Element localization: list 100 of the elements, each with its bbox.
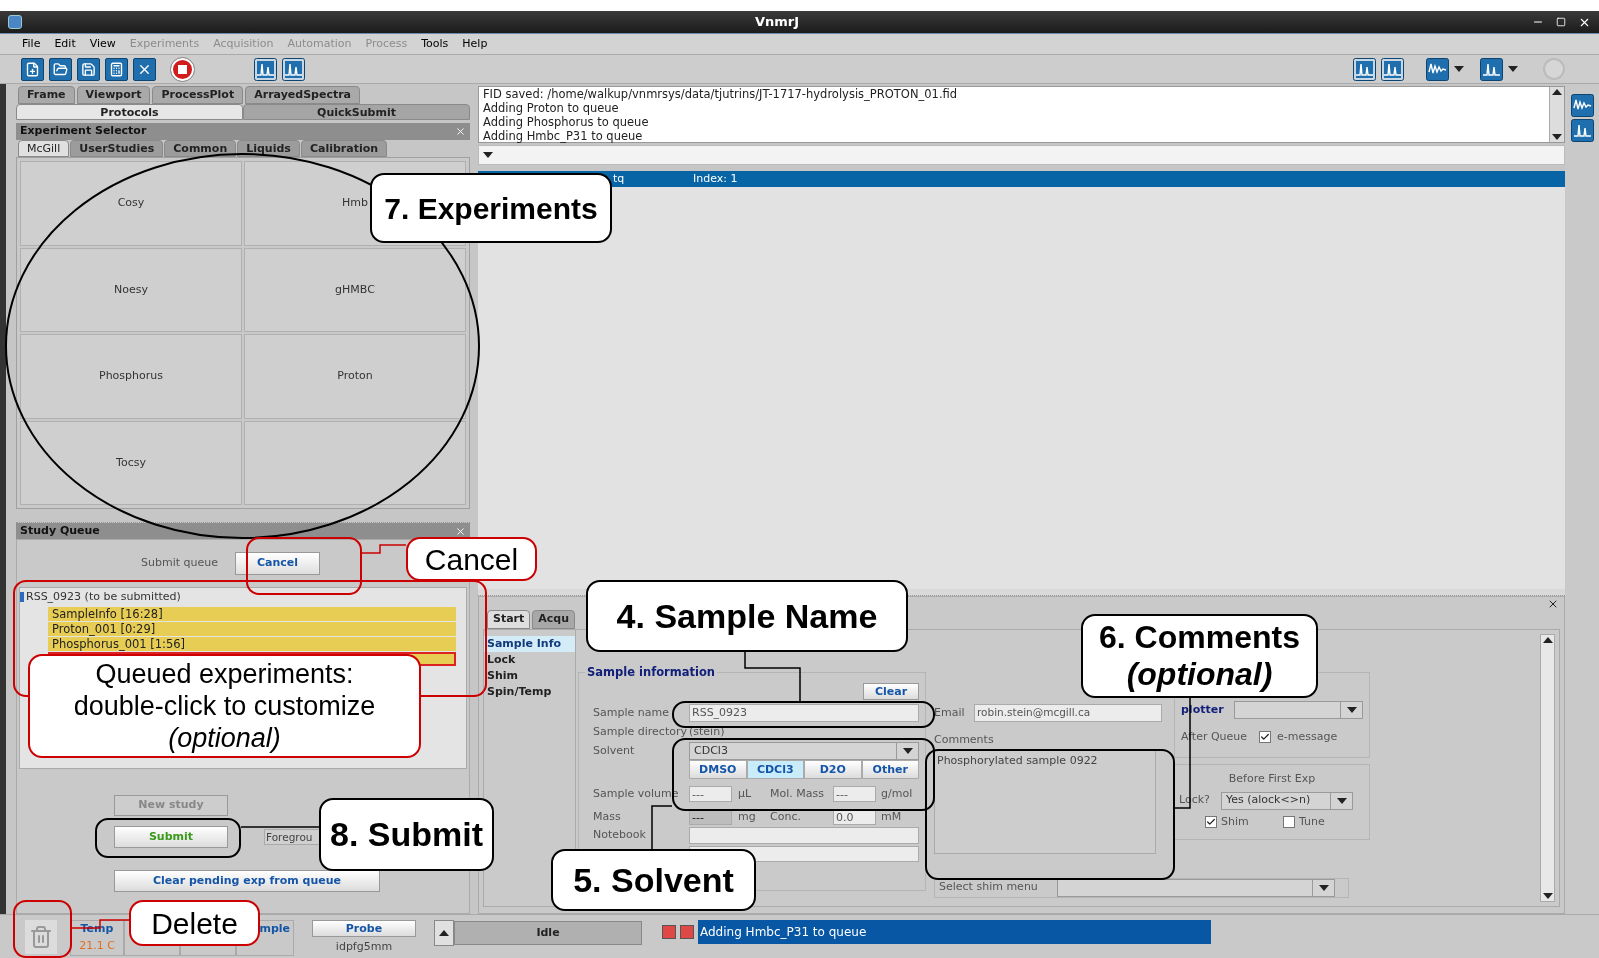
- dropdown-arrow-icon: [1318, 884, 1329, 891]
- cancel-button[interactable]: Cancel: [235, 552, 320, 575]
- tab[interactable]: Acqu: [532, 610, 576, 629]
- comments-field[interactable]: Phosphorylated sample 0922: [934, 749, 1156, 854]
- history-row[interactable]: tq Index: 1: [478, 171, 1565, 187]
- unit-label: mM: [880, 808, 902, 825]
- lock-dropdown[interactable]: Yes (alock<>n): [1221, 791, 1353, 810]
- panel-title: Study Queue: [20, 522, 101, 539]
- submit-queue-label: Submit queue: [141, 555, 218, 572]
- tab[interactable]: Calibration: [300, 140, 388, 157]
- tab[interactable]: McGill: [18, 140, 70, 157]
- tab[interactable]: UserStudies: [70, 140, 164, 157]
- dropdown-arrow-icon: [483, 152, 493, 158]
- up-arrow-button[interactable]: [434, 920, 454, 946]
- tab[interactable]: Common: [164, 140, 237, 157]
- spectrum-icon[interactable]: [1353, 57, 1376, 81]
- annotation-tooltip: 6. Comments (optional): [1081, 614, 1318, 698]
- tab[interactable]: Protocols: [16, 104, 243, 120]
- menu-item[interactable]: Tools: [421, 35, 449, 53]
- new-document-icon[interactable]: [21, 57, 44, 81]
- sample-name-field[interactable]: RSS_0923: [689, 703, 919, 722]
- spectrum-icon[interactable]: [1480, 57, 1503, 81]
- field-label: Select shim menu: [938, 879, 1039, 896]
- spectrum-icon[interactable]: [1570, 119, 1594, 142]
- status-label: mple: [259, 921, 290, 937]
- queue-item[interactable]: SampleInfo [16:28]: [48, 606, 456, 621]
- shim-menu-dropdown[interactable]: [1057, 878, 1335, 897]
- checkbox[interactable]: [1259, 731, 1271, 744]
- annotation-tooltip: 5. Solvent: [551, 849, 756, 911]
- panel-icon[interactable]: [254, 57, 277, 81]
- expand-icon[interactable]: [20, 592, 24, 603]
- experiment-button[interactable]: Phosphorus: [20, 334, 242, 419]
- experiment-button[interactable]: gHMBC: [244, 247, 466, 332]
- checkbox-label: Tune: [1299, 813, 1325, 830]
- dropdown-arrow-icon: [1346, 707, 1357, 713]
- solvent-option[interactable]: D2O: [804, 760, 862, 780]
- menu-item[interactable]: File: [22, 35, 41, 53]
- clear-pending-button[interactable]: Clear pending exp from queue: [114, 870, 380, 892]
- log-line: Adding Phosphorus to queue: [483, 115, 650, 129]
- solvent-dropdown[interactable]: CDCl3: [689, 741, 919, 760]
- field-label: Mass: [592, 808, 622, 825]
- wave-icon[interactable]: [1426, 57, 1449, 81]
- field-label: Comments: [934, 732, 995, 748]
- stop-icon[interactable]: [171, 57, 194, 81]
- tab[interactable]: Start: [487, 610, 531, 629]
- tree-item[interactable]: RSS_0923 (to be submitted): [26, 589, 181, 606]
- tab[interactable]: ArrayedSpectra: [245, 86, 361, 104]
- panel-icon[interactable]: [282, 57, 305, 81]
- email-field[interactable]: robin.stein@mcgill.ca: [974, 704, 1162, 722]
- mode-field[interactable]: Foregrou: [264, 829, 320, 845]
- notebook-field[interactable]: [689, 826, 919, 844]
- maximize-icon[interactable]: [1556, 17, 1566, 27]
- checkbox[interactable]: [1283, 815, 1295, 828]
- scrollbar[interactable]: [1549, 87, 1564, 142]
- up-arrow-icon: [1552, 89, 1562, 95]
- window-title: VnmrJ: [753, 13, 801, 32]
- menu-item[interactable]: Help: [462, 35, 488, 53]
- tab[interactable]: Liquids: [237, 140, 300, 157]
- field-label: Solvent: [592, 742, 636, 759]
- experiment-button[interactable]: Noesy: [20, 247, 242, 332]
- wave-icon[interactable]: [1570, 94, 1594, 117]
- scrollbar[interactable]: [1540, 634, 1555, 902]
- calculator-icon[interactable]: [105, 57, 128, 81]
- page-item[interactable]: Lock: [484, 652, 575, 668]
- spectrum-icon[interactable]: [1381, 57, 1404, 81]
- annotation-tooltip: Queued experiments: double-click to customize (optional): [28, 654, 421, 758]
- experiment-button[interactable]: Tocsy: [20, 420, 242, 505]
- folder-icon[interactable]: [49, 57, 72, 81]
- menu-item[interactable]: View: [89, 35, 116, 53]
- page-item[interactable]: Sample Info: [484, 636, 575, 652]
- number-field[interactable]: ---: [689, 785, 732, 802]
- tab[interactable]: ProcessPlot: [152, 86, 244, 104]
- dropdown-arrow-icon: [1336, 797, 1347, 804]
- group-title: Sample information: [586, 664, 716, 681]
- probe-button[interactable]: Probe: [312, 920, 416, 937]
- solvent-option[interactable]: DMSO: [689, 760, 747, 780]
- dropdown-arrow-icon: [1552, 134, 1562, 140]
- annotation-tooltip: 8. Submit: [319, 798, 494, 871]
- dropdown-arrow-icon: [1508, 66, 1518, 72]
- page-item[interactable]: Shim: [484, 668, 575, 684]
- tab[interactable]: Viewport: [76, 86, 151, 104]
- experiment-button[interactable]: Proton: [244, 334, 466, 419]
- close-icon[interactable]: [133, 57, 156, 81]
- clear-button[interactable]: Clear: [863, 683, 919, 701]
- save-icon[interactable]: [77, 57, 100, 81]
- close-icon[interactable]: [1547, 598, 1559, 610]
- number-field[interactable]: ---: [833, 785, 876, 802]
- queue-item[interactable]: Phosphorus_001 [1:56]: [48, 636, 456, 651]
- page-item[interactable]: Spin/Temp: [484, 684, 575, 700]
- menu-item[interactable]: Edit: [54, 35, 76, 53]
- solvent-option[interactable]: Other: [861, 760, 919, 780]
- experiment-button[interactable]: Cosy: [20, 161, 242, 246]
- tab[interactable]: QuickSubmit: [243, 104, 470, 120]
- field-label: Mol. Mass: [770, 785, 825, 802]
- queue-item[interactable]: Proton_001 [0:29]: [48, 621, 456, 636]
- solvent-option[interactable]: CDCl3: [746, 760, 804, 780]
- checkbox[interactable]: [1205, 815, 1217, 828]
- probe-value: idpfg5mm: [335, 939, 393, 955]
- up-arrow-icon: [1542, 637, 1553, 643]
- tab[interactable]: Frame: [18, 86, 75, 104]
